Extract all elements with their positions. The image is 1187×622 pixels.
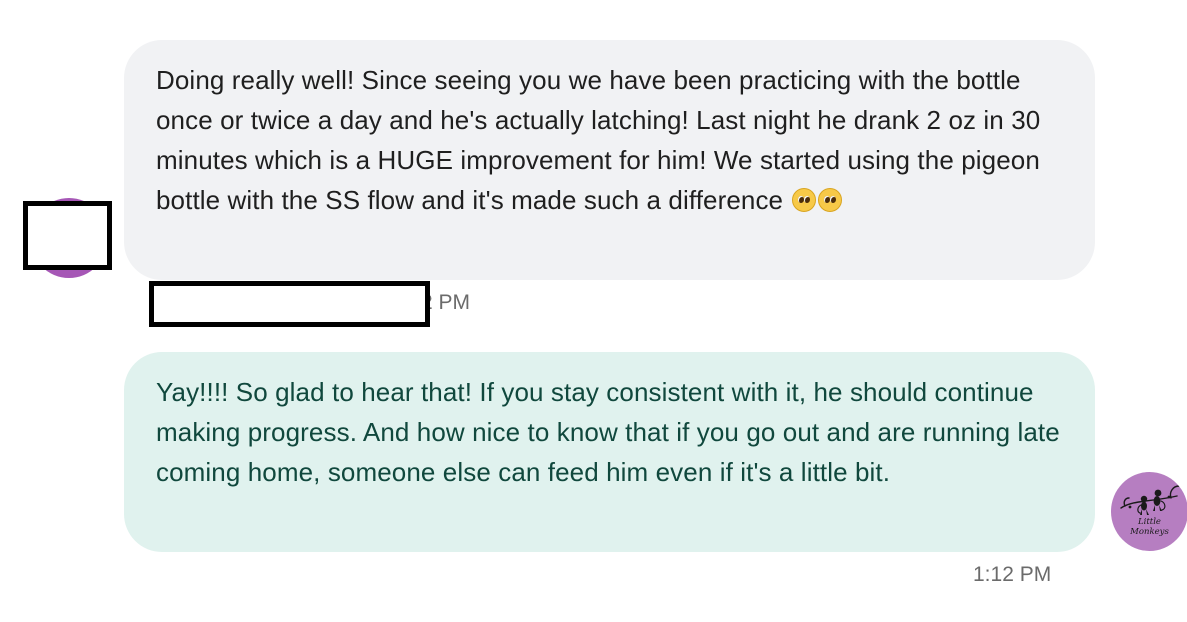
outgoing-timestamp: 1:12 PM xyxy=(973,563,1052,586)
chat-thread: Doing really well! Since seeing you we h… xyxy=(0,0,1187,622)
pleading-face-icon xyxy=(818,188,843,212)
incoming-message-text: Doing really well! Since seeing you we h… xyxy=(156,65,1041,215)
redaction-box xyxy=(149,281,430,327)
outgoing-message-text: Yay!!!! So glad to hear that! If you sta… xyxy=(156,377,1060,487)
logo-text-line2: Monkeys xyxy=(1129,527,1169,537)
incoming-message-bubble[interactable]: Doing really well! Since seeing you we h… xyxy=(124,40,1095,280)
logo-graphic: Little Monkeys xyxy=(1120,485,1180,537)
logo-text-line1: Little xyxy=(1137,517,1161,527)
pleading-face-icon xyxy=(792,188,817,212)
little-monkeys-logo-icon[interactable]: Little Monkeys xyxy=(1111,472,1187,551)
outgoing-message-bubble[interactable]: Yay!!!! So glad to hear that! If you sta… xyxy=(124,352,1095,552)
redaction-box xyxy=(23,201,112,270)
